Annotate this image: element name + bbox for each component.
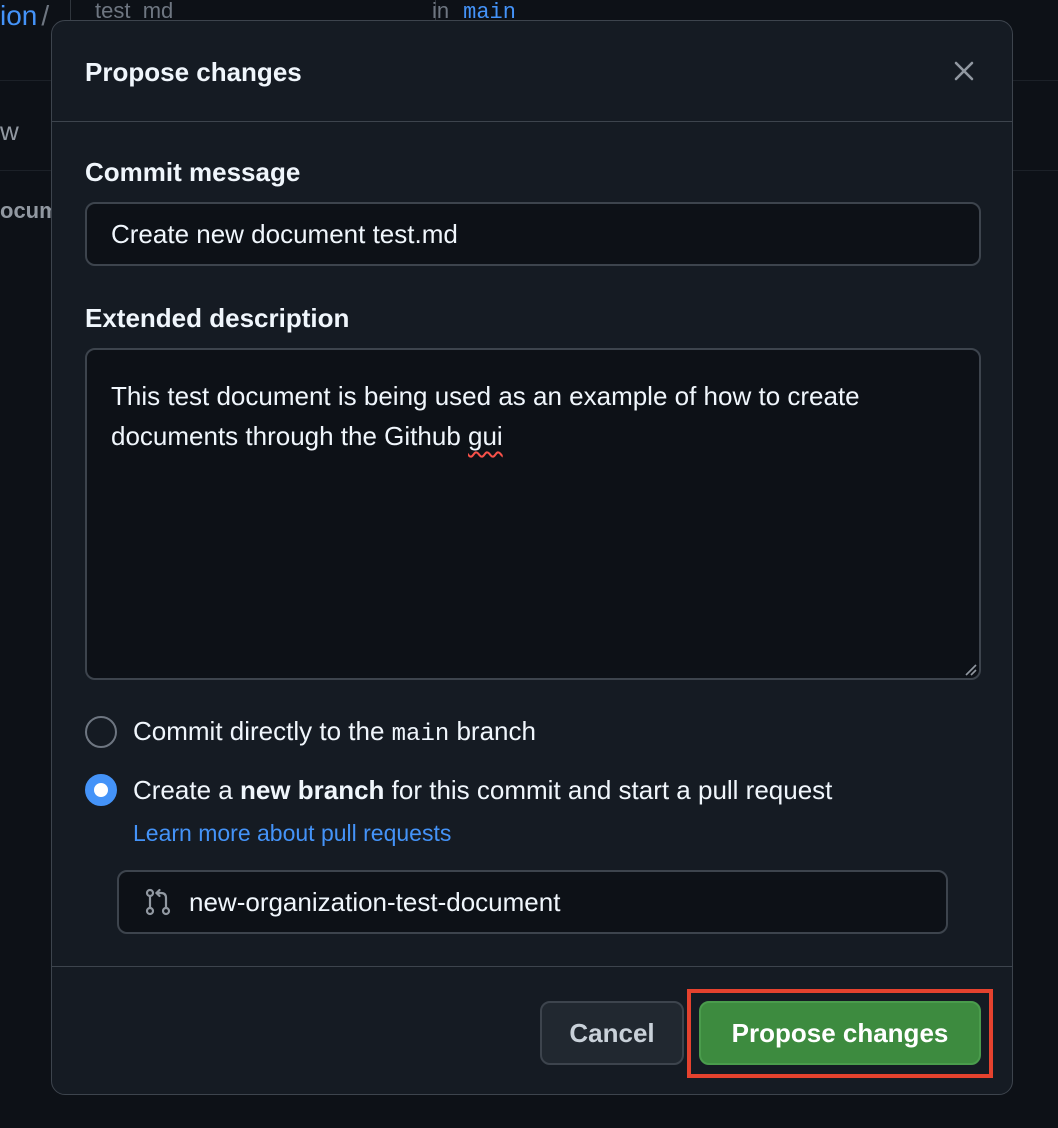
learn-more-pull-requests-link[interactable]: Learn more about pull requests: [133, 820, 451, 847]
commit-message-input[interactable]: Create new document test.md: [85, 202, 981, 266]
cancel-button[interactable]: Cancel: [540, 1001, 684, 1065]
new-branch-emphasis: new branch: [239, 774, 385, 805]
commit-direct-label: Commit directly to the main branch: [133, 716, 536, 748]
branch-name-value: new-organization-test-document: [189, 886, 561, 917]
document-heading: ocum: [0, 198, 59, 223]
extended-description-label: Extended description: [85, 303, 350, 333]
propose-changes-button[interactable]: Propose changes: [699, 1001, 981, 1065]
breadcrumb-repo-fragment[interactable]: ion: [0, 0, 37, 31]
breadcrumb-separator: /: [41, 0, 50, 31]
dialog-footer: Cancel Propose changes: [52, 966, 1012, 1094]
extended-description-textarea[interactable]: This test document is being used as an e…: [85, 348, 981, 680]
close-button[interactable]: [948, 55, 980, 87]
tab-preview[interactable]: w: [0, 116, 19, 147]
new-branch-radio[interactable]: [85, 774, 117, 806]
dialog-header: Propose changes: [52, 21, 1012, 122]
new-branch-option[interactable]: Create a new branch for this commit and …: [85, 774, 832, 806]
commit-direct-option[interactable]: Commit directly to the main branch: [85, 716, 536, 748]
new-branch-label: Create a new branch for this commit and …: [133, 774, 833, 805]
dialog-title: Propose changes: [85, 57, 302, 87]
resize-handle-icon[interactable]: [963, 662, 977, 676]
x-icon: [954, 61, 974, 81]
spellcheck-flagged-word: gui: [468, 421, 503, 451]
commit-message-label: Commit message: [85, 157, 301, 187]
propose-changes-dialog: Propose changes Commit message Create ne…: [51, 20, 1013, 1095]
breadcrumb[interactable]: ion /: [0, 0, 49, 32]
commit-direct-radio[interactable]: [85, 716, 117, 748]
git-pull-request-icon: [145, 888, 171, 916]
branch-name-input[interactable]: new-organization-test-document: [117, 870, 948, 934]
main-branch-code: main: [391, 721, 450, 748]
